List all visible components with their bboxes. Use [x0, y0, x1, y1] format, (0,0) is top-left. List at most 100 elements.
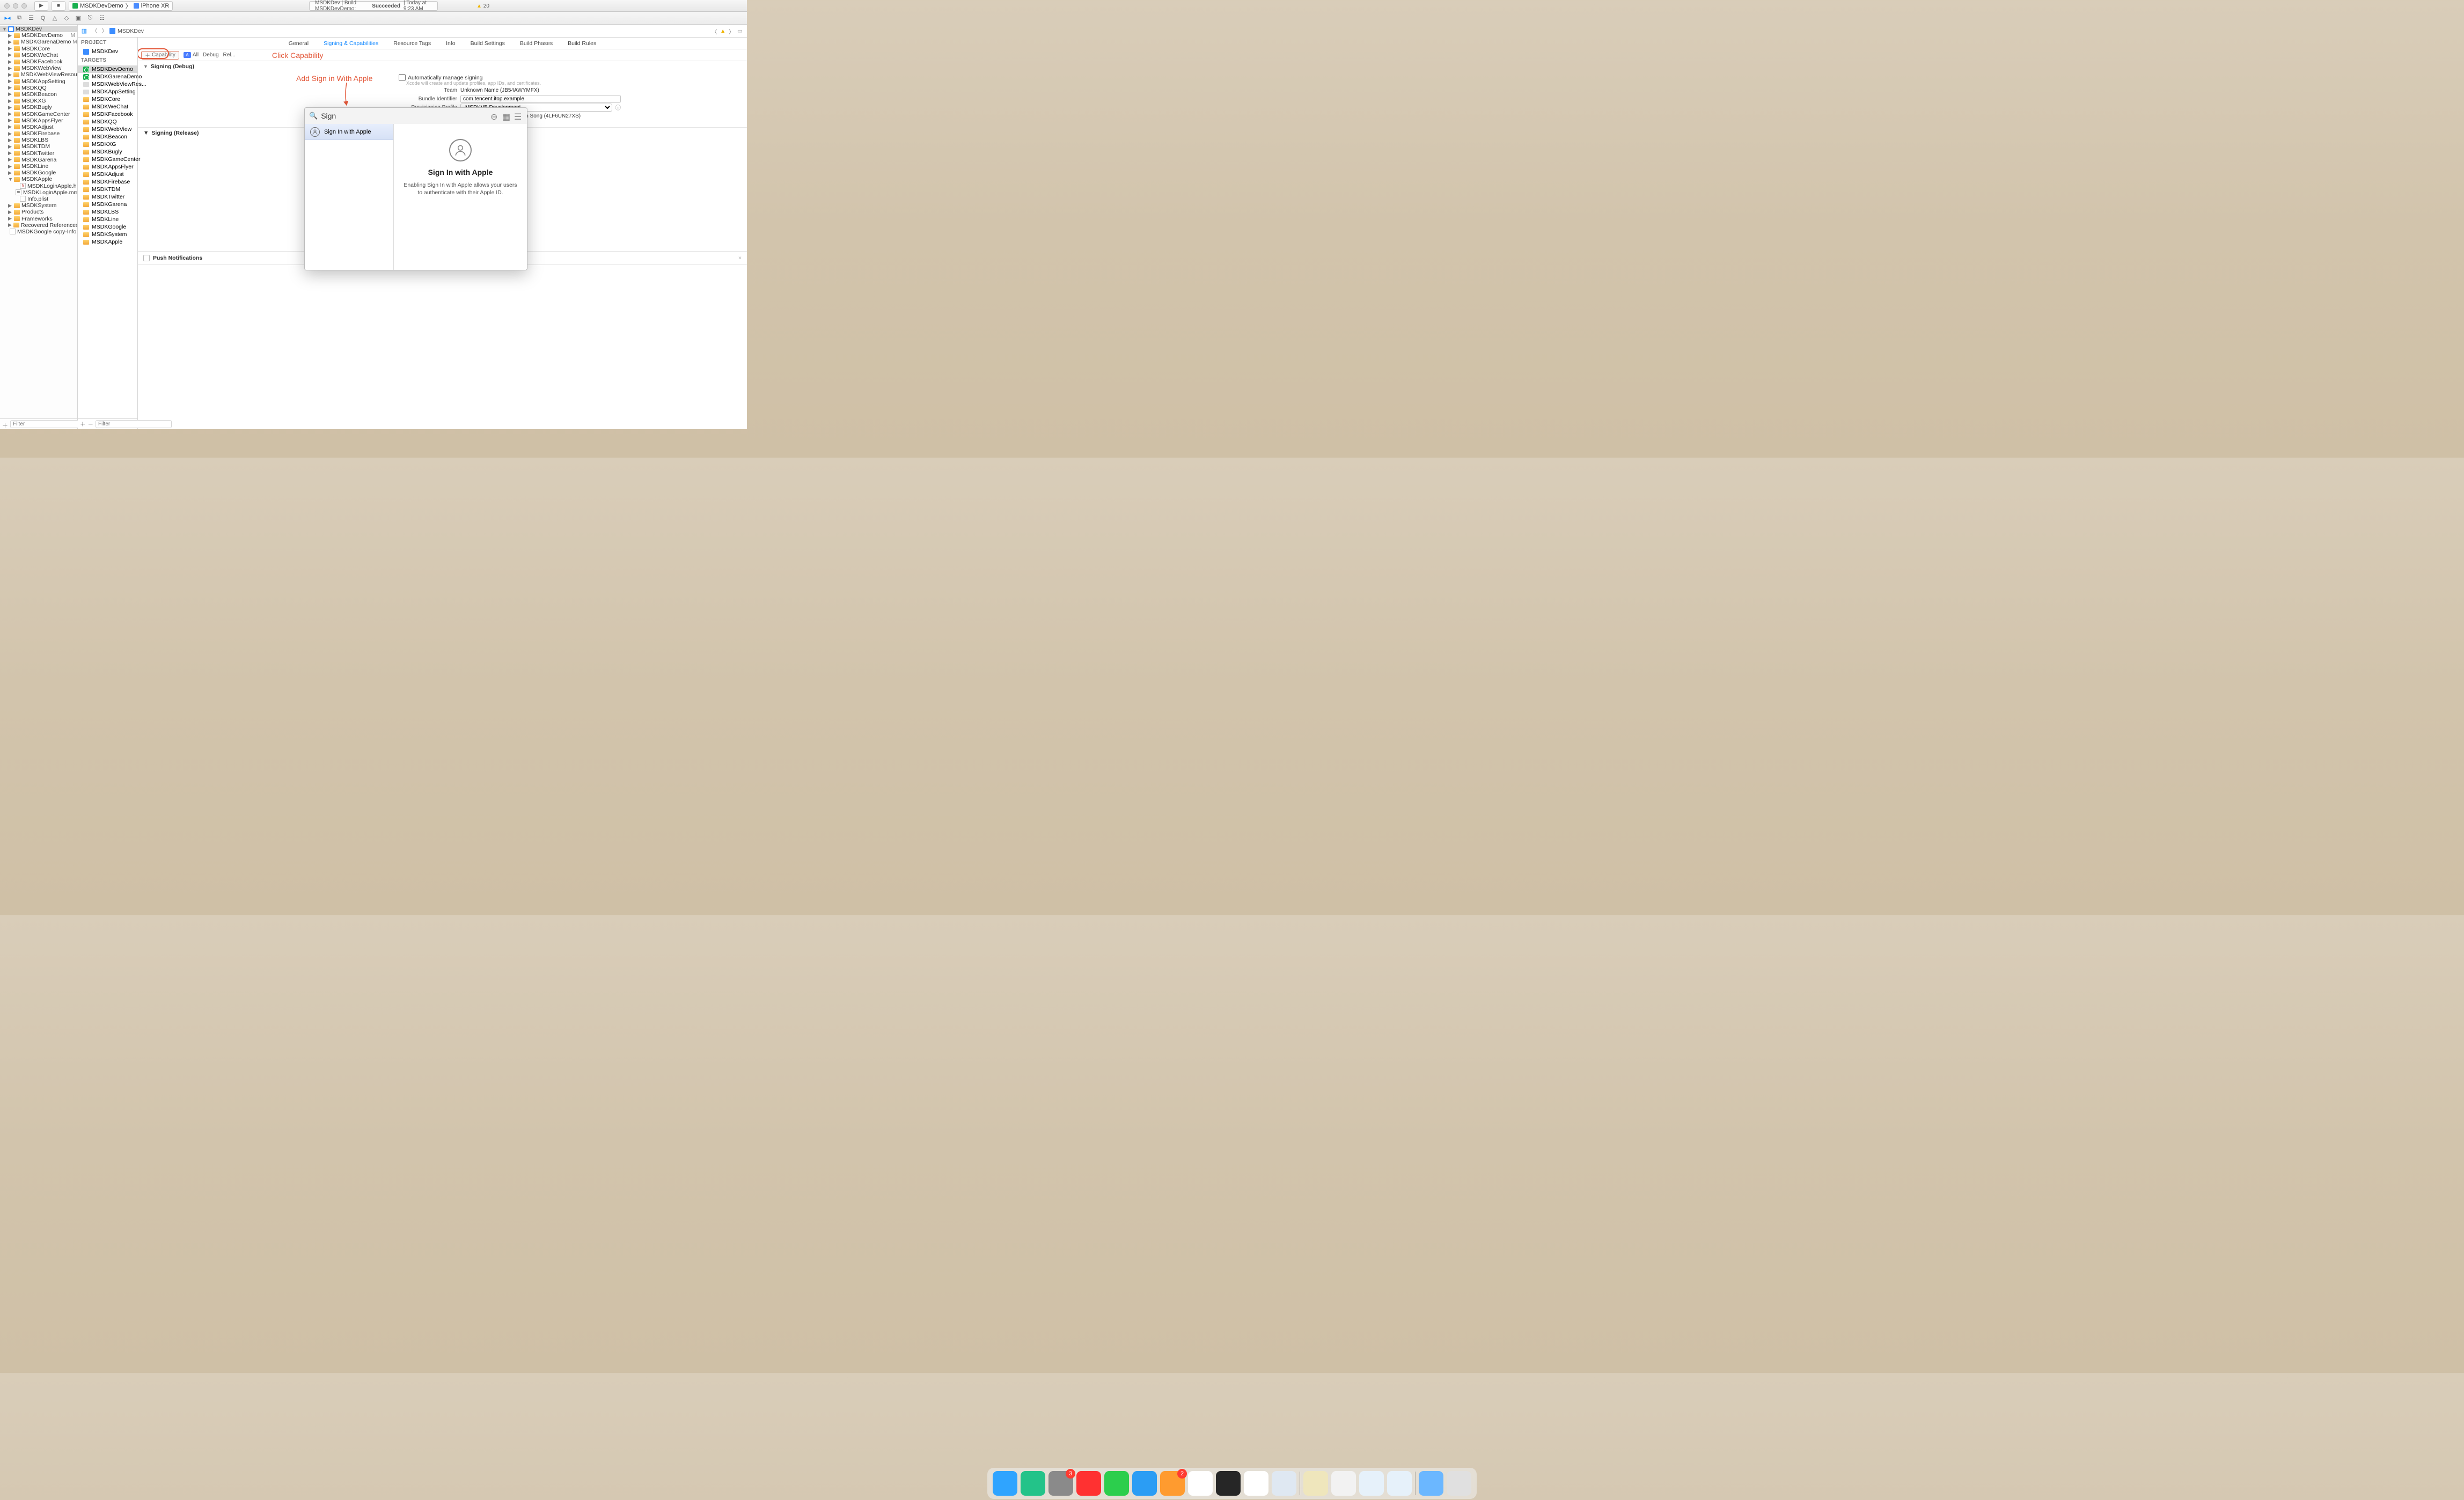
disclosure-icon[interactable]: ▶: [8, 85, 12, 91]
target-row[interactable]: MSDKWebViewRes...: [78, 80, 137, 88]
navigator-item[interactable]: ▶MSDKWeChat: [0, 52, 77, 58]
info-icon[interactable]: ⓘ: [615, 104, 621, 112]
navigator-item[interactable]: ▶MSDKAppsFlyer: [0, 117, 77, 124]
disclosure-icon[interactable]: ▶: [8, 124, 12, 130]
navigator-item[interactable]: ▶MSDKSystem: [0, 202, 77, 209]
navigator-item[interactable]: ▶MSDKLBS: [0, 137, 77, 143]
dock-qq[interactable]: [1188, 1471, 1213, 1496]
list-view-icon[interactable]: ☰: [514, 112, 523, 120]
disclosure-icon[interactable]: ▶: [8, 78, 12, 84]
dock-finder[interactable]: [993, 1471, 1017, 1496]
navigator-item[interactable]: Info.plist: [0, 196, 77, 202]
dock-mail[interactable]: [1272, 1471, 1296, 1496]
target-row[interactable]: MSDKCore: [78, 95, 137, 103]
target-row[interactable]: MSDKGoogle: [78, 223, 137, 231]
related-items-icon[interactable]: ▥: [80, 27, 89, 35]
disclosure-icon[interactable]: ▶: [8, 131, 12, 137]
disclosure-icon[interactable]: ▶: [8, 137, 12, 143]
navigator-item[interactable]: ▶MSDKLine: [0, 163, 77, 170]
issue-indicator[interactable]: ▲ 20: [476, 1, 489, 11]
disclosure-icon[interactable]: ▶: [8, 164, 12, 170]
tab-build-rules[interactable]: Build Rules: [560, 38, 604, 49]
navigator-item[interactable]: ▶MSDKCore: [0, 46, 77, 52]
jumpbar-nav-left-icon[interactable]: 〈: [712, 28, 718, 34]
disclosure-icon[interactable]: ▶: [8, 203, 12, 209]
tab-resource-tags[interactable]: Resource Tags: [386, 38, 438, 49]
dock-youdao[interactable]: [1076, 1471, 1101, 1496]
navigator-item[interactable]: ▶MSDKBugly: [0, 104, 77, 111]
disclosure-icon[interactable]: ▼: [8, 177, 12, 182]
navigator-item[interactable]: ▶MSDKWebView: [0, 65, 77, 71]
disclosure-icon[interactable]: ▶: [8, 91, 12, 97]
team-value[interactable]: Unknown Name (JB54AWYMFX): [460, 87, 539, 93]
disclosure-icon[interactable]: ▶: [8, 150, 12, 156]
navigator-item[interactable]: ▶MSDKAppSetting: [0, 78, 77, 85]
back-icon[interactable]: 〈: [92, 27, 98, 35]
navigator-filter-input[interactable]: [10, 420, 86, 428]
scheme-selector[interactable]: MSDKDevDemo 〉 iPhone XR: [69, 1, 173, 11]
capability-sign-in-with-apple[interactable]: Sign In with Apple: [305, 124, 393, 140]
navigator-item[interactable]: mMSDKLoginApple.mm: [0, 189, 77, 196]
navigator-item[interactable]: hMSDKLoginApple.h: [0, 183, 77, 189]
navigator-item[interactable]: ▶MSDKGarenaDemoM: [0, 39, 77, 45]
activity-view[interactable]: MSDKDev | Build MSDKDevDemo: Succeeded |…: [309, 1, 438, 11]
target-row[interactable]: MSDKAdjust: [78, 171, 137, 178]
tab-build-phases[interactable]: Build Phases: [512, 38, 560, 49]
target-row[interactable]: MSDKBugly: [78, 148, 137, 156]
target-row[interactable]: MSDKBeacon: [78, 133, 137, 141]
target-row[interactable]: MSDKLBS: [78, 208, 137, 216]
navigator-item[interactable]: ▶MSDKFacebook: [0, 58, 77, 65]
navigator-item[interactable]: ▶MSDKBeacon: [0, 91, 77, 98]
navigator-item[interactable]: ▶MSDKDevDemoM: [0, 32, 77, 39]
navigator-item[interactable]: ▶Recovered References: [0, 222, 77, 229]
add-capability-button[interactable]: ＋ Capability: [141, 51, 179, 60]
disclosure-icon[interactable]: ▶: [8, 39, 12, 45]
clear-search-icon[interactable]: ⊖: [490, 112, 499, 120]
target-row[interactable]: MSDKFacebook: [78, 111, 137, 118]
editor-options-icon[interactable]: ▭: [737, 28, 744, 34]
tab-signing-capabilities[interactable]: Signing & Capabilities: [316, 38, 386, 49]
config-release[interactable]: Rel...: [223, 52, 236, 58]
navigator-item[interactable]: ▶MSDKGoogle: [0, 170, 77, 176]
disclosure-icon[interactable]: ▶: [8, 222, 12, 228]
target-row[interactable]: MSDKWebView: [78, 126, 137, 133]
dock-photos[interactable]: [1303, 1471, 1328, 1496]
minimize-window[interactable]: [13, 3, 18, 9]
navigator-item[interactable]: ▶MSDKAdjust: [0, 124, 77, 130]
disclosure-icon[interactable]: ▶: [8, 157, 12, 163]
symbol-navigator-icon[interactable]: ☰: [27, 14, 35, 23]
navigator-item[interactable]: ▶MSDKQQ: [0, 85, 77, 91]
target-row[interactable]: MSDKAppsFlyer: [78, 163, 137, 171]
target-row[interactable]: MSDKDevDemo: [78, 65, 137, 73]
config-debug[interactable]: Debug: [203, 52, 218, 58]
jumpbar-nav-right-icon[interactable]: 〉: [729, 28, 735, 34]
grid-view-icon[interactable]: ▦: [502, 112, 511, 120]
dock-textedit[interactable]: [1331, 1471, 1356, 1496]
remove-target-icon[interactable]: －: [88, 420, 94, 428]
test-navigator-icon[interactable]: ◇: [62, 14, 71, 23]
report-navigator-icon[interactable]: ☷: [98, 14, 106, 23]
jumpbar-warning-icon[interactable]: [720, 28, 727, 34]
project-row[interactable]: MSDKDev: [78, 48, 137, 55]
target-row[interactable]: MSDKXG: [78, 141, 137, 148]
tab-info[interactable]: Info: [438, 38, 463, 49]
dock-messages-orange[interactable]: 2: [1160, 1471, 1185, 1496]
dock-system-settings[interactable]: 3: [1048, 1471, 1073, 1496]
navigator-item[interactable]: ▶MSDKTDM: [0, 143, 77, 150]
dock-safari[interactable]: [1132, 1471, 1157, 1496]
target-row[interactable]: MSDKTwitter: [78, 193, 137, 201]
disclosure-icon[interactable]: ▶: [8, 111, 12, 117]
dock-wechat[interactable]: [1104, 1471, 1129, 1496]
add-target-icon[interactable]: ＋: [80, 420, 86, 428]
disclosure-icon[interactable]: ▶: [8, 98, 12, 104]
remove-capability-icon[interactable]: ×: [738, 255, 742, 261]
disclosure-icon[interactable]: ▶: [8, 209, 12, 215]
navigator-item[interactable]: ▶MSDKXG: [0, 98, 77, 104]
debug-navigator-icon[interactable]: ▣: [74, 14, 83, 23]
navigator-tree[interactable]: ▼ MSDKDev ▶MSDKDevDemoM▶MSDKGarenaDemoM▶…: [0, 25, 77, 418]
navigator-root[interactable]: ▼ MSDKDev: [0, 26, 77, 32]
zoom-window[interactable]: [21, 3, 27, 9]
tab-build-settings[interactable]: Build Settings: [463, 38, 512, 49]
target-row[interactable]: MSDKFirebase: [78, 178, 137, 186]
disclosure-icon[interactable]: ▶: [8, 72, 12, 78]
